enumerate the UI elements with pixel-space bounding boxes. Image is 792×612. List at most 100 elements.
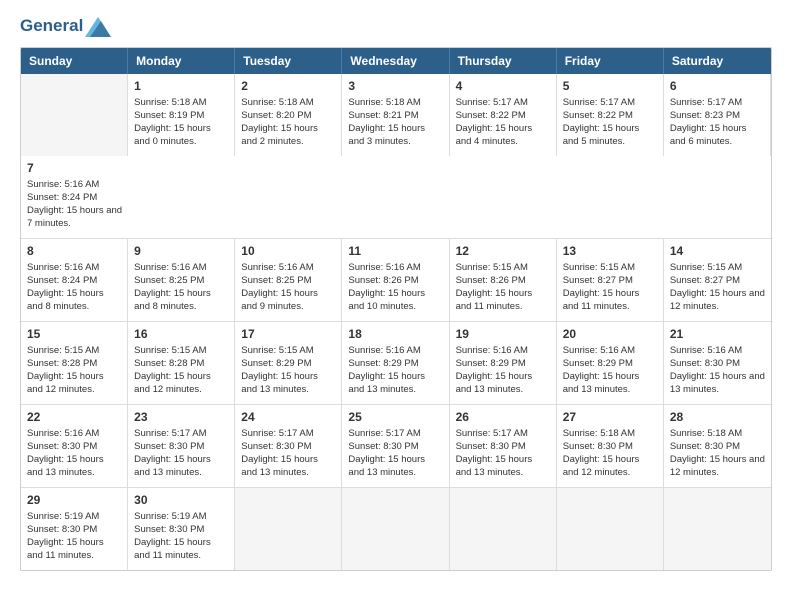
day-number: 12 xyxy=(456,244,550,258)
day-number: 2 xyxy=(241,79,335,93)
day-number: 21 xyxy=(670,327,765,341)
day-number: 19 xyxy=(456,327,550,341)
day-number: 8 xyxy=(27,244,121,258)
logo-text: General xyxy=(20,16,111,37)
day-number: 17 xyxy=(241,327,335,341)
weekday-header: Wednesday xyxy=(342,48,449,74)
empty-cell xyxy=(235,488,342,570)
day-info: Sunrise: 5:15 AM Sunset: 8:29 PM Dayligh… xyxy=(241,344,335,397)
calendar-row: 15 Sunrise: 5:15 AM Sunset: 8:28 PM Dayl… xyxy=(21,322,771,405)
day-info: Sunrise: 5:17 AM Sunset: 8:22 PM Dayligh… xyxy=(563,96,657,149)
day-info: Sunrise: 5:18 AM Sunset: 8:30 PM Dayligh… xyxy=(670,427,765,480)
day-info: Sunrise: 5:16 AM Sunset: 8:24 PM Dayligh… xyxy=(27,178,122,231)
day-cell: 28 Sunrise: 5:18 AM Sunset: 8:30 PM Dayl… xyxy=(664,405,771,487)
day-info: Sunrise: 5:16 AM Sunset: 8:29 PM Dayligh… xyxy=(456,344,550,397)
empty-cell xyxy=(21,74,128,156)
calendar-row: 8 Sunrise: 5:16 AM Sunset: 8:24 PM Dayli… xyxy=(21,239,771,322)
day-number: 13 xyxy=(563,244,657,258)
day-number: 24 xyxy=(241,410,335,424)
day-number: 3 xyxy=(348,79,442,93)
day-number: 5 xyxy=(563,79,657,93)
weekday-header: Friday xyxy=(557,48,664,74)
weekday-header: Monday xyxy=(128,48,235,74)
calendar-body: 1 Sunrise: 5:18 AM Sunset: 8:19 PM Dayli… xyxy=(21,74,771,570)
day-info: Sunrise: 5:16 AM Sunset: 8:29 PM Dayligh… xyxy=(563,344,657,397)
day-number: 27 xyxy=(563,410,657,424)
day-number: 7 xyxy=(27,161,122,175)
header: General xyxy=(20,16,772,37)
day-info: Sunrise: 5:19 AM Sunset: 8:30 PM Dayligh… xyxy=(134,510,228,563)
calendar: SundayMondayTuesdayWednesdayThursdayFrid… xyxy=(20,47,772,571)
day-cell: 15 Sunrise: 5:15 AM Sunset: 8:28 PM Dayl… xyxy=(21,322,128,404)
day-cell: 20 Sunrise: 5:16 AM Sunset: 8:29 PM Dayl… xyxy=(557,322,664,404)
day-number: 10 xyxy=(241,244,335,258)
day-cell: 1 Sunrise: 5:18 AM Sunset: 8:19 PM Dayli… xyxy=(128,74,235,156)
empty-cell xyxy=(450,488,557,570)
day-info: Sunrise: 5:17 AM Sunset: 8:30 PM Dayligh… xyxy=(456,427,550,480)
day-info: Sunrise: 5:16 AM Sunset: 8:30 PM Dayligh… xyxy=(670,344,765,397)
day-info: Sunrise: 5:16 AM Sunset: 8:29 PM Dayligh… xyxy=(348,344,442,397)
day-cell: 4 Sunrise: 5:17 AM Sunset: 8:22 PM Dayli… xyxy=(450,74,557,156)
day-info: Sunrise: 5:15 AM Sunset: 8:28 PM Dayligh… xyxy=(134,344,228,397)
day-number: 20 xyxy=(563,327,657,341)
weekday-header: Saturday xyxy=(664,48,771,74)
day-number: 30 xyxy=(134,493,228,507)
day-number: 18 xyxy=(348,327,442,341)
day-info: Sunrise: 5:18 AM Sunset: 8:30 PM Dayligh… xyxy=(563,427,657,480)
day-cell: 8 Sunrise: 5:16 AM Sunset: 8:24 PM Dayli… xyxy=(21,239,128,321)
day-info: Sunrise: 5:18 AM Sunset: 8:19 PM Dayligh… xyxy=(134,96,228,149)
day-cell: 3 Sunrise: 5:18 AM Sunset: 8:21 PM Dayli… xyxy=(342,74,449,156)
day-info: Sunrise: 5:16 AM Sunset: 8:24 PM Dayligh… xyxy=(27,261,121,314)
day-number: 15 xyxy=(27,327,121,341)
day-info: Sunrise: 5:15 AM Sunset: 8:26 PM Dayligh… xyxy=(456,261,550,314)
day-info: Sunrise: 5:15 AM Sunset: 8:28 PM Dayligh… xyxy=(27,344,121,397)
day-cell: 19 Sunrise: 5:16 AM Sunset: 8:29 PM Dayl… xyxy=(450,322,557,404)
day-cell: 27 Sunrise: 5:18 AM Sunset: 8:30 PM Dayl… xyxy=(557,405,664,487)
day-cell: 10 Sunrise: 5:16 AM Sunset: 8:25 PM Dayl… xyxy=(235,239,342,321)
day-cell: 14 Sunrise: 5:15 AM Sunset: 8:27 PM Dayl… xyxy=(664,239,771,321)
calendar-header: SundayMondayTuesdayWednesdayThursdayFrid… xyxy=(21,48,771,74)
day-cell: 18 Sunrise: 5:16 AM Sunset: 8:29 PM Dayl… xyxy=(342,322,449,404)
day-number: 1 xyxy=(134,79,228,93)
logo-icon xyxy=(85,17,111,37)
day-number: 9 xyxy=(134,244,228,258)
day-info: Sunrise: 5:18 AM Sunset: 8:20 PM Dayligh… xyxy=(241,96,335,149)
day-cell: 23 Sunrise: 5:17 AM Sunset: 8:30 PM Dayl… xyxy=(128,405,235,487)
day-info: Sunrise: 5:18 AM Sunset: 8:21 PM Dayligh… xyxy=(348,96,442,149)
day-info: Sunrise: 5:16 AM Sunset: 8:26 PM Dayligh… xyxy=(348,261,442,314)
day-info: Sunrise: 5:15 AM Sunset: 8:27 PM Dayligh… xyxy=(563,261,657,314)
day-info: Sunrise: 5:17 AM Sunset: 8:23 PM Dayligh… xyxy=(670,96,764,149)
weekday-header: Thursday xyxy=(450,48,557,74)
day-number: 6 xyxy=(670,79,764,93)
day-info: Sunrise: 5:17 AM Sunset: 8:22 PM Dayligh… xyxy=(456,96,550,149)
day-cell: 21 Sunrise: 5:16 AM Sunset: 8:30 PM Dayl… xyxy=(664,322,771,404)
day-number: 28 xyxy=(670,410,765,424)
day-number: 26 xyxy=(456,410,550,424)
day-cell: 26 Sunrise: 5:17 AM Sunset: 8:30 PM Dayl… xyxy=(450,405,557,487)
page: General SundayMondayTuesdayWednesdayThur… xyxy=(0,0,792,612)
day-cell: 16 Sunrise: 5:15 AM Sunset: 8:28 PM Dayl… xyxy=(128,322,235,404)
day-cell: 2 Sunrise: 5:18 AM Sunset: 8:20 PM Dayli… xyxy=(235,74,342,156)
empty-cell xyxy=(664,488,771,570)
weekday-header: Sunday xyxy=(21,48,128,74)
empty-cell xyxy=(557,488,664,570)
day-info: Sunrise: 5:16 AM Sunset: 8:25 PM Dayligh… xyxy=(241,261,335,314)
day-number: 14 xyxy=(670,244,765,258)
day-info: Sunrise: 5:15 AM Sunset: 8:27 PM Dayligh… xyxy=(670,261,765,314)
day-number: 29 xyxy=(27,493,121,507)
day-cell: 22 Sunrise: 5:16 AM Sunset: 8:30 PM Dayl… xyxy=(21,405,128,487)
empty-cell xyxy=(342,488,449,570)
day-number: 23 xyxy=(134,410,228,424)
day-number: 16 xyxy=(134,327,228,341)
day-cell: 25 Sunrise: 5:17 AM Sunset: 8:30 PM Dayl… xyxy=(342,405,449,487)
day-number: 25 xyxy=(348,410,442,424)
calendar-row: 22 Sunrise: 5:16 AM Sunset: 8:30 PM Dayl… xyxy=(21,405,771,488)
day-cell: 11 Sunrise: 5:16 AM Sunset: 8:26 PM Dayl… xyxy=(342,239,449,321)
day-cell: 13 Sunrise: 5:15 AM Sunset: 8:27 PM Dayl… xyxy=(557,239,664,321)
day-number: 11 xyxy=(348,244,442,258)
day-info: Sunrise: 5:16 AM Sunset: 8:25 PM Dayligh… xyxy=(134,261,228,314)
day-cell: 6 Sunrise: 5:17 AM Sunset: 8:23 PM Dayli… xyxy=(664,74,771,156)
day-cell: 30 Sunrise: 5:19 AM Sunset: 8:30 PM Dayl… xyxy=(128,488,235,570)
day-cell: 24 Sunrise: 5:17 AM Sunset: 8:30 PM Dayl… xyxy=(235,405,342,487)
day-number: 4 xyxy=(456,79,550,93)
